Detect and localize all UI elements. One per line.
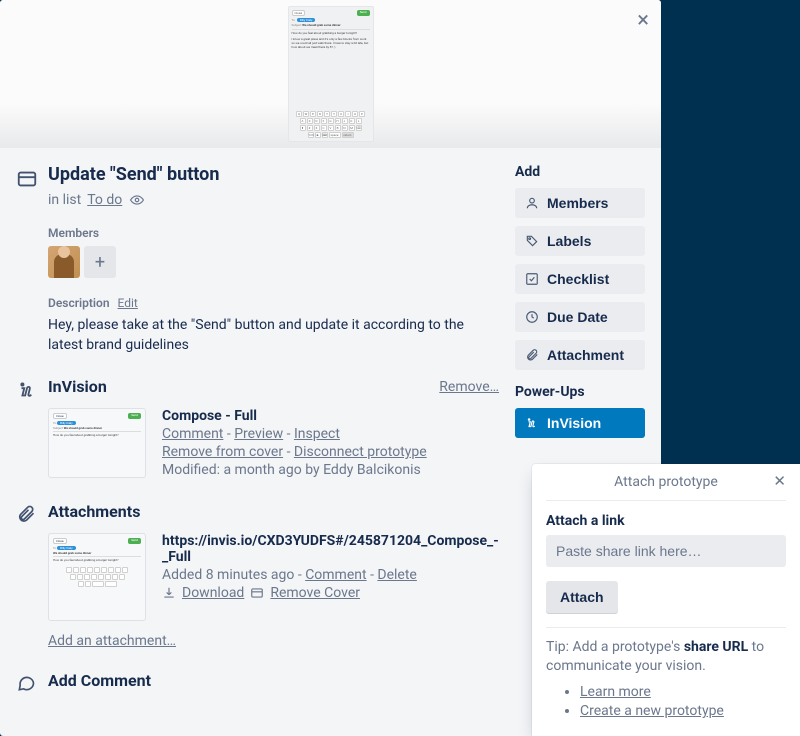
add-attachment-link[interactable]: Add an attachment… <box>48 633 176 649</box>
checklist-button[interactable]: Checklist <box>515 264 645 294</box>
invision-remove-cover-link[interactable]: Remove from cover <box>162 444 283 460</box>
card-title[interactable]: Update "Send" button <box>48 164 219 185</box>
invision-inspect-link[interactable]: Inspect <box>294 426 340 442</box>
learn-more-link[interactable]: Learn more <box>580 684 651 700</box>
invision-thumbnail[interactable]: CloseSend To Billy Kiely Subject We shou… <box>48 408 146 478</box>
avatar[interactable] <box>48 246 80 278</box>
list-link[interactable]: To do <box>87 192 122 208</box>
attachments-heading: Attachments <box>48 502 499 521</box>
attachment-button[interactable]: Attachment <box>515 340 645 370</box>
attachment-icon <box>16 504 36 524</box>
popover-title: Attach prototype <box>614 474 718 490</box>
checklist-icon <box>525 272 539 286</box>
attachment-added: Added 8 minutes ago <box>162 567 294 583</box>
add-member-button[interactable]: + <box>84 246 116 278</box>
card-icon <box>16 168 36 190</box>
share-link-input[interactable] <box>546 535 786 567</box>
powerups-heading: Power-Ups <box>515 384 645 400</box>
comment-icon <box>16 673 36 693</box>
invision-logo-icon <box>525 416 539 430</box>
watch-icon[interactable] <box>128 193 146 207</box>
attachment-url[interactable]: https://invis.io/CXD3YUDFS#/245871204_Co… <box>162 533 499 565</box>
attach-prototype-popover: Attach prototype ✕ Attach a link Attach … <box>532 464 800 736</box>
invision-comment-link[interactable]: Comment <box>162 426 223 442</box>
popover-close-icon[interactable]: ✕ <box>773 474 786 489</box>
invision-attachment: CloseSend To Billy Kiely Subject We shou… <box>48 408 499 480</box>
labels-button[interactable]: Labels <box>515 226 645 256</box>
invision-preview-link[interactable]: Preview <box>234 426 283 442</box>
user-icon <box>525 196 539 210</box>
add-heading: Add <box>515 164 645 180</box>
in-list-prefix: in list <box>48 192 81 208</box>
invision-heading: InVision <box>48 377 107 396</box>
card-main: Update "Send" button in list To do Membe… <box>16 164 499 696</box>
invision-icon <box>16 379 36 401</box>
attachment-item: CloseSend To Billy Kiely We should grab … <box>48 533 499 621</box>
edit-description-link[interactable]: Edit <box>118 296 138 310</box>
paperclip-icon <box>525 348 539 362</box>
attachment-remove-cover-link[interactable]: Remove Cover <box>270 585 360 601</box>
due-date-button[interactable]: Due Date <box>515 302 645 332</box>
members-button[interactable]: Members <box>515 188 645 218</box>
invision-powerup-button[interactable]: InVision <box>515 408 645 438</box>
attachment-comment-link[interactable]: Comment <box>305 567 366 583</box>
card-cover: × CloseSend ToBilly Kiely Subject We sho… <box>0 0 661 148</box>
cover-thumbnail[interactable]: CloseSend ToBilly Kiely Subject We shoul… <box>288 6 374 142</box>
card-list-row: in list To do <box>48 192 499 208</box>
attachment-delete-link[interactable]: Delete <box>377 567 416 583</box>
add-comment-heading: Add Comment <box>48 671 499 690</box>
description-text[interactable]: Hey, please take at the "Send" button an… <box>48 316 499 355</box>
attachment-download-link[interactable]: Download <box>182 585 244 601</box>
tag-icon <box>525 234 539 248</box>
members-heading: Members <box>48 226 499 240</box>
download-icon <box>162 586 176 600</box>
attach-button[interactable]: Attach <box>546 581 618 613</box>
attachment-thumbnail[interactable]: CloseSend To Billy Kiely We should grab … <box>48 533 146 621</box>
invision-item-title: Compose - Full <box>162 408 499 424</box>
popover-divider <box>546 627 786 628</box>
close-icon[interactable]: × <box>637 10 649 32</box>
description-heading: Description <box>48 296 110 310</box>
invision-modified: Modified: a month ago by Eddy Balcikonis <box>162 462 499 478</box>
clock-icon <box>525 310 539 324</box>
cover-icon <box>250 586 264 600</box>
invision-remove-link[interactable]: Remove… <box>439 379 499 395</box>
invision-disconnect-link[interactable]: Disconnect prototype <box>294 444 427 460</box>
popover-tip: Tip: Add a prototype's share URL to comm… <box>546 638 786 722</box>
attach-link-label: Attach a link <box>546 513 786 529</box>
create-prototype-link[interactable]: Create a new prototype <box>580 703 724 719</box>
